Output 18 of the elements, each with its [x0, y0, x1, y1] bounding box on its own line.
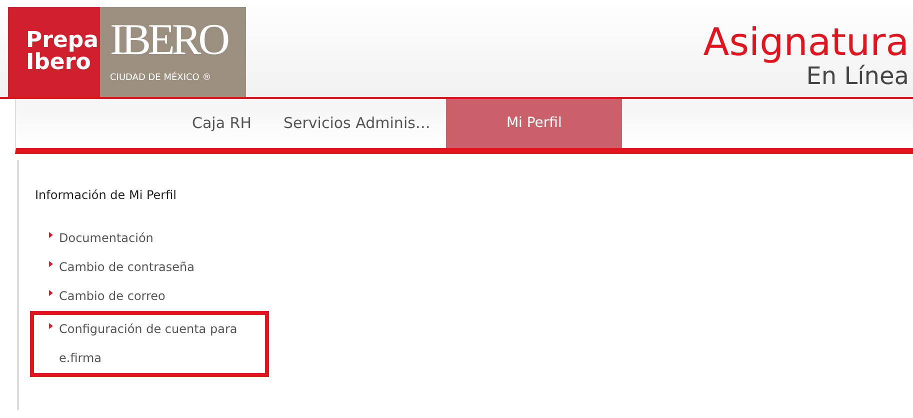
logo-brand: IBERO [110, 14, 227, 66]
nav-tab[interactable]: Mi Perfil [446, 99, 622, 148]
profile-link[interactable]: Cambio de correo [59, 282, 166, 311]
logo-subtitle: CIUDAD DE MÉXICO ® [110, 71, 212, 85]
nav-tab[interactable]: Caja RH [176, 99, 268, 148]
profile-link[interactable]: Cambio de contraseña [59, 253, 194, 282]
section-title: Información de Mi Perfil [35, 187, 178, 204]
nav-tab[interactable]: Servicios Adminis… [268, 99, 446, 148]
profile-link[interactable]: Configuración de cuenta para e.firma [59, 315, 261, 373]
bullet-icon [49, 232, 53, 238]
bullet-icon [49, 261, 53, 267]
logo-text: Ibero [26, 52, 91, 74]
bullet-icon [49, 323, 53, 329]
profile-link[interactable]: Documentación [59, 224, 154, 253]
site-subtitle: En Línea [806, 62, 909, 90]
site-title: Asignatura [703, 22, 909, 62]
logo-text: Prepa [26, 30, 100, 52]
bullet-icon [49, 290, 53, 296]
